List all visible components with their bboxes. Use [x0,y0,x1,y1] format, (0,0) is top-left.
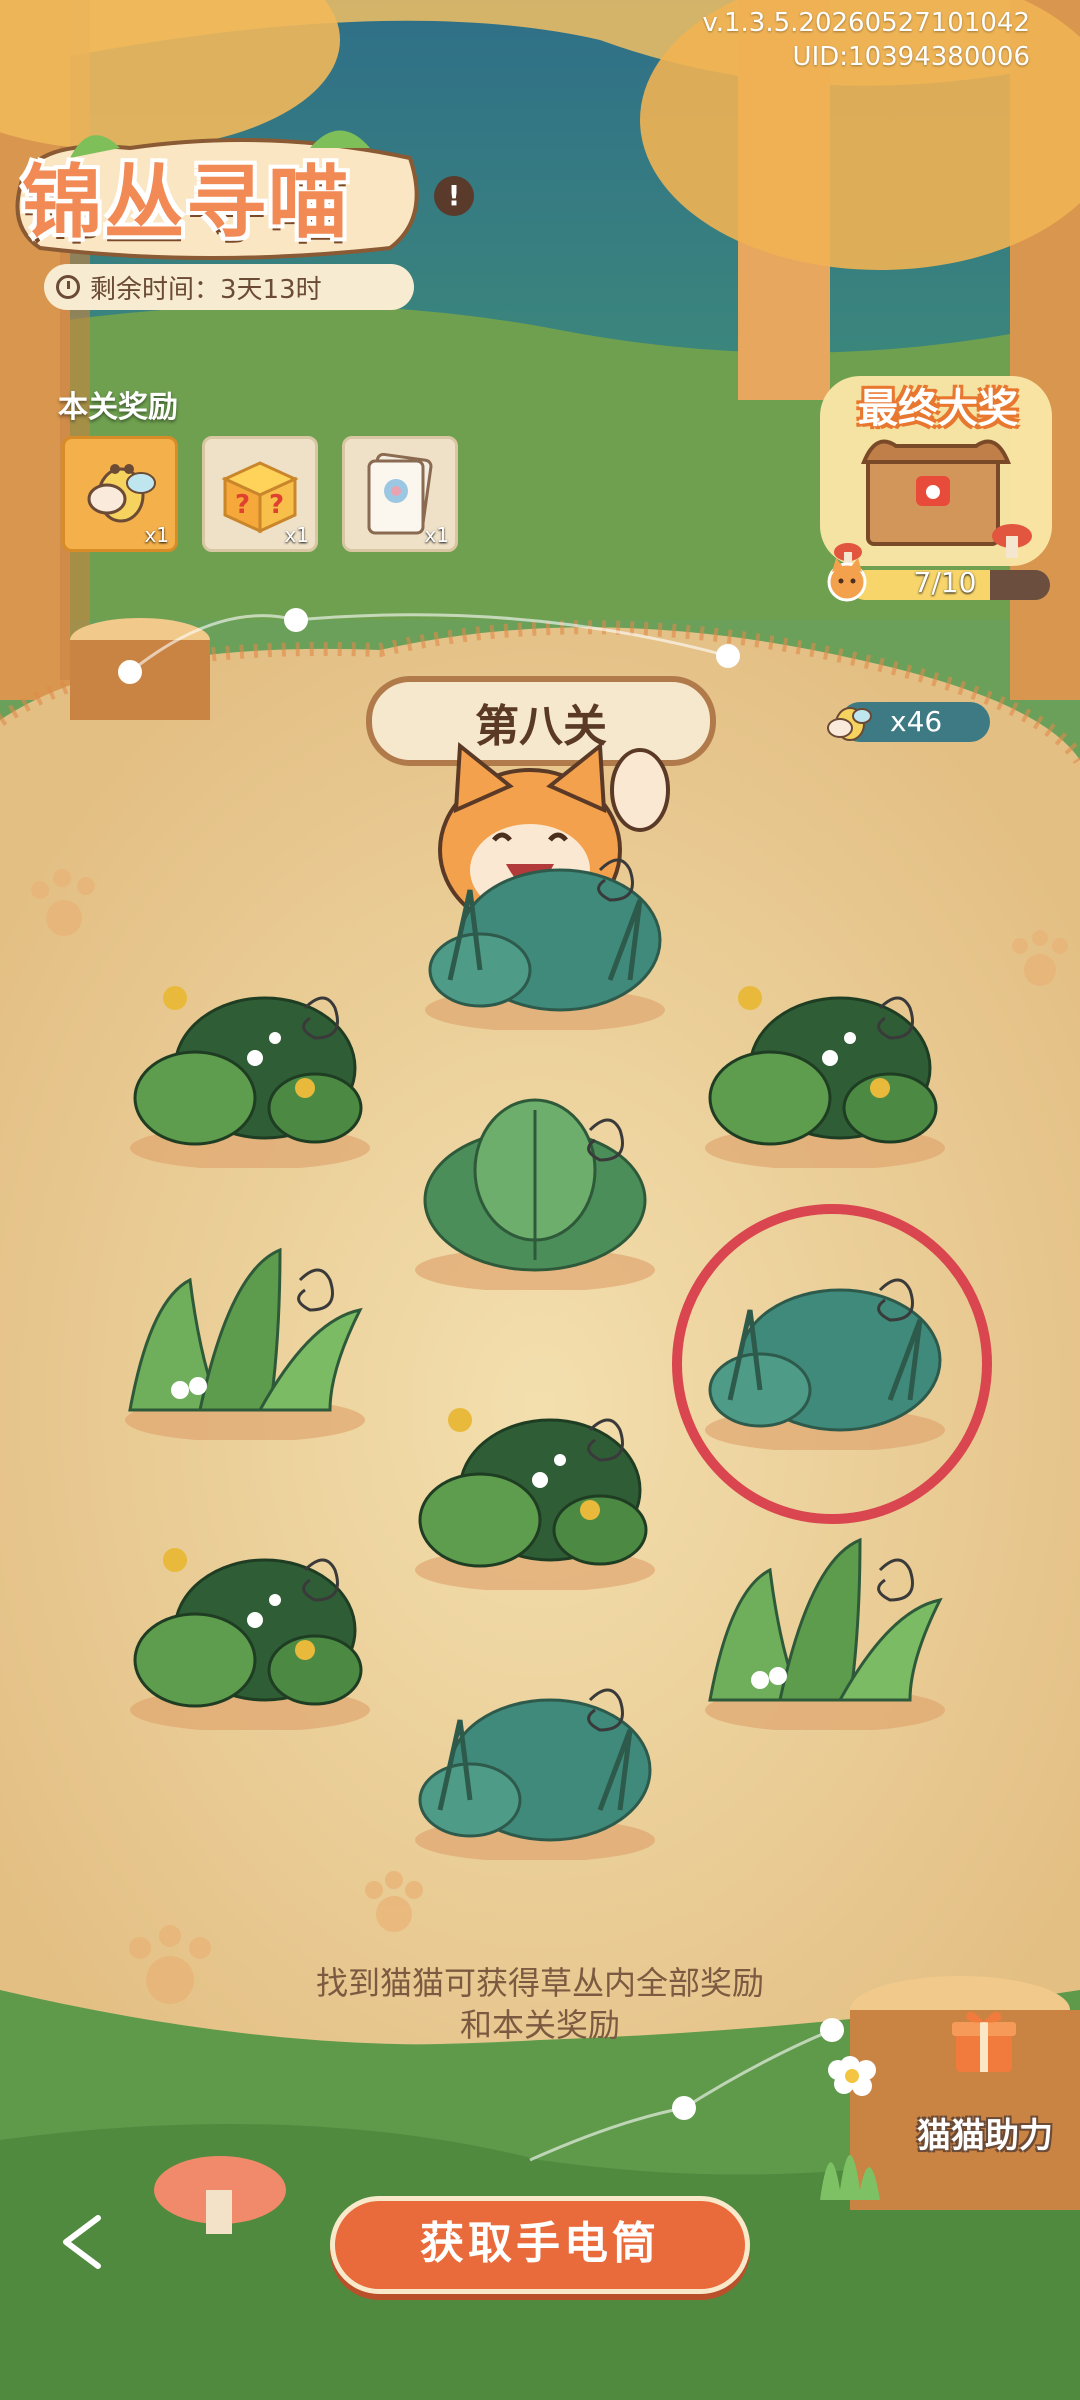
bush-4[interactable] [400,1090,670,1294]
event-title: 锦丛寻喵 [22,155,350,249]
grand-prize-title: 最终大奖 [858,386,1018,432]
bush-10[interactable] [400,1660,670,1864]
grass-bush-icon [125,1247,365,1442]
reward-slot-mystery-box[interactable]: ? ? x1 [202,436,318,552]
hint-line-2: 和本关奖励 [459,2006,620,2044]
flower-bush-icon [130,1548,370,1732]
reward-slot-bee-lantern[interactable]: x1 [62,436,178,552]
bush-1[interactable] [410,830,680,1034]
bush-7[interactable] [400,1390,670,1594]
flower-bush-icon [130,986,370,1170]
time-remaining-text: 剩余时间：3天13时 [90,274,322,305]
grass-bush-icon [705,1537,945,1732]
reward-qty: x1 [144,523,169,547]
clock-icon [56,275,80,299]
back-arrow-icon[interactable] [58,2214,108,2270]
grand-prize-progress-text: 7/10 [913,566,977,599]
bush-8[interactable] [115,1530,385,1734]
bee-count-text: x46 [890,705,943,738]
bush-9[interactable] [690,1530,960,1734]
bee-lantern-icon [827,707,872,741]
flower-decoration [820,2056,880,2200]
bush-5[interactable] [110,1240,380,1444]
hint-text: 找到猫猫可获得草丛内全部奖励 和本关奖励 [200,1962,880,2046]
flower-bush-icon [415,1408,655,1592]
time-remaining-pill: 剩余时间：3天13时 [44,264,414,310]
svg-text:?: ? [235,490,250,520]
bush-2[interactable] [115,968,385,1172]
get-flashlight-button[interactable]: 获取手电筒 [330,2196,750,2294]
version-info: v.1.3.5.20260527101042 UID:10394380006 [702,6,1030,74]
hint-line-1: 找到猫猫可获得草丛内全部奖励 [315,1964,764,2002]
level-rewards-title: 本关奖励 [58,390,178,425]
bush-icon [415,1098,655,1292]
reward-qty: x1 [284,523,309,547]
bush-icon [415,1688,655,1862]
reward-slot-card-pack[interactable]: x1 [342,436,458,552]
uid-text: UID:10394380006 [792,42,1030,72]
info-button[interactable]: ! [434,176,474,216]
version-text: v.1.3.5.20260527101042 [702,8,1030,38]
bush-3[interactable] [690,968,960,1172]
reward-qty: x1 [424,523,449,547]
svg-text:?: ? [269,490,284,520]
bush-icon [425,858,665,1032]
flower-bush-icon [705,986,945,1170]
selected-bush-highlight [672,1204,992,1524]
